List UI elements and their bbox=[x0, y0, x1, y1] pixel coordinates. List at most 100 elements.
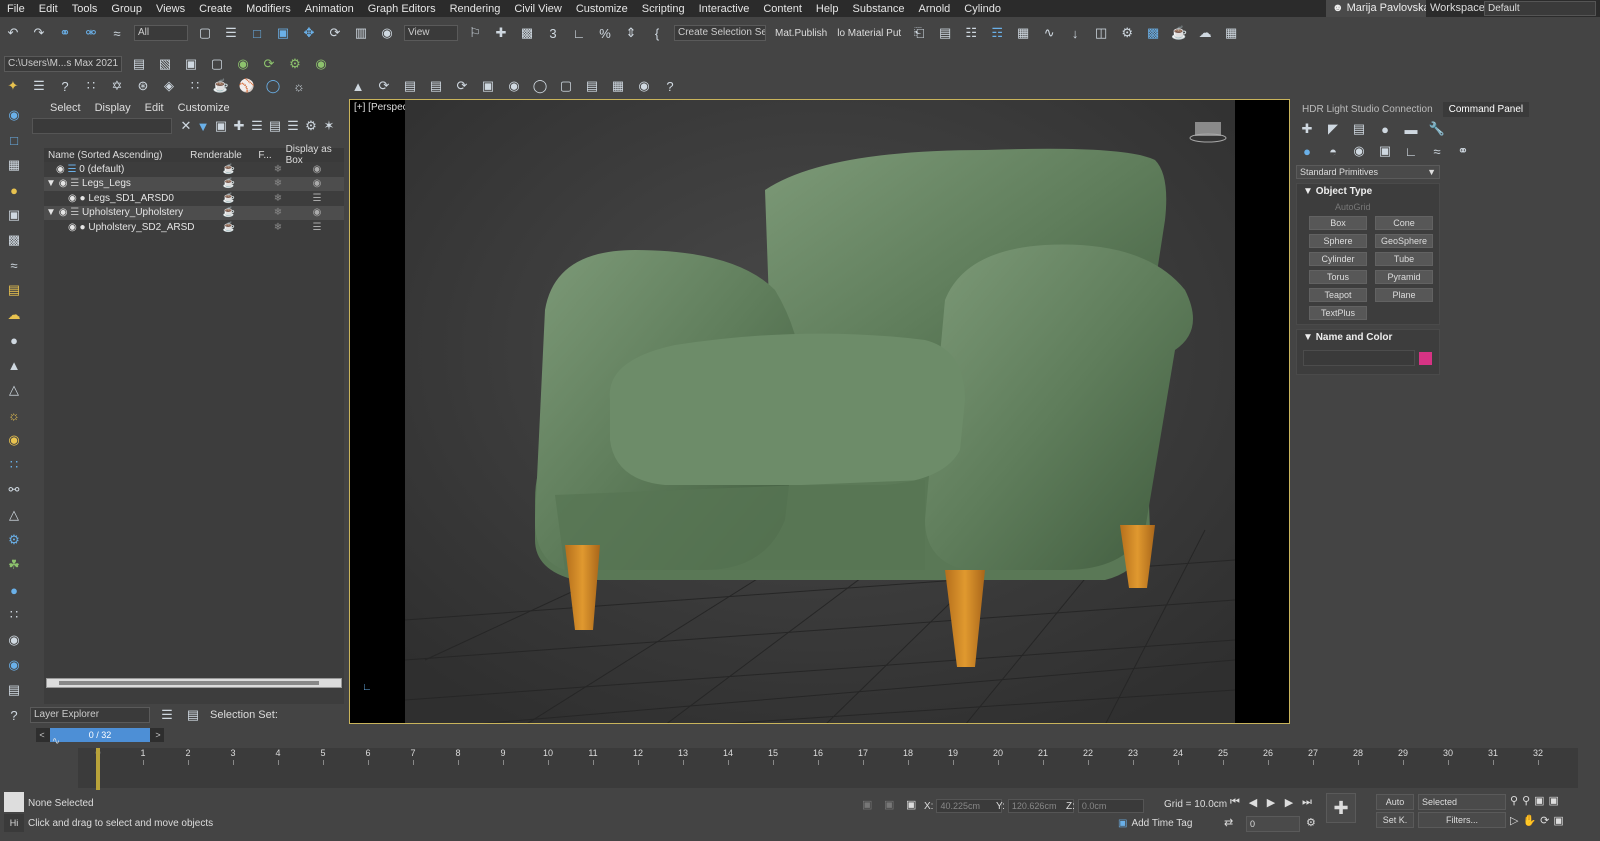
layer-stack-icon[interactable]: ☰ bbox=[157, 705, 177, 725]
freeze-icon[interactable]: ❄ bbox=[264, 178, 292, 189]
orbit-icon[interactable]: ⟳ bbox=[1540, 814, 1549, 827]
node-link-icon[interactable]: ◈ bbox=[159, 76, 179, 96]
reload-icon[interactable]: ⟳ bbox=[452, 76, 472, 96]
zoom-icon[interactable]: ⚲ bbox=[1510, 794, 1518, 807]
cameras-subtab-icon[interactable]: ▣ bbox=[1375, 141, 1395, 161]
go-to-end-icon[interactable]: ⏭ bbox=[1298, 796, 1316, 809]
expand-arrow-icon[interactable]: ▼ bbox=[46, 178, 59, 189]
renderable-teapot-icon[interactable]: ☕ bbox=[194, 193, 264, 204]
document-icon[interactable]: ▤ bbox=[400, 76, 420, 96]
folder-icon[interactable]: ▤ bbox=[4, 280, 24, 300]
menu-rendering[interactable]: Rendering bbox=[443, 3, 508, 15]
absolute-mode-icon[interactable]: ▣ bbox=[906, 798, 916, 811]
sun-icon[interactable]: ☼ bbox=[289, 76, 309, 96]
align-icon[interactable]: ▤ bbox=[935, 23, 955, 43]
angle-snap-icon[interactable]: ∟ bbox=[569, 23, 589, 43]
selection-lock-icon[interactable]: ▣ bbox=[884, 798, 894, 811]
camera-green-icon[interactable]: ◉ bbox=[233, 54, 253, 74]
freeze-icon[interactable]: ❄ bbox=[264, 222, 292, 233]
help-icon[interactable]: ? bbox=[55, 76, 75, 96]
display-box-icon[interactable]: ◉ bbox=[292, 178, 342, 189]
filter-icon[interactable]: ▼ bbox=[196, 116, 210, 136]
percent-snap-icon[interactable]: % bbox=[595, 23, 615, 43]
geosphere-button[interactable]: GeoSphere bbox=[1375, 234, 1433, 248]
select-place-icon[interactable]: ◉ bbox=[377, 23, 397, 43]
edit-named-selection-icon[interactable]: { bbox=[647, 23, 667, 43]
render-production-icon[interactable]: ☕ bbox=[1169, 23, 1189, 43]
user-account-menu[interactable]: ☻ Marija Pavlovska bbox=[1326, 0, 1426, 17]
maxscript-mini-icon[interactable]: Hi bbox=[4, 814, 24, 832]
frame-icon[interactable]: ▢ bbox=[556, 76, 576, 96]
tree-row-legs-object[interactable]: ◉ ● Legs_SD1_ARSD0 ☕ ❄ ☰ bbox=[44, 191, 344, 206]
menu-group[interactable]: Group bbox=[104, 3, 149, 15]
spacewarps-subtab-icon[interactable]: ≈ bbox=[1427, 141, 1447, 161]
auto-key-button[interactable]: Auto bbox=[1376, 794, 1414, 810]
menu-cylindo[interactable]: Cylindo bbox=[957, 3, 1008, 15]
disc-icon[interactable]: ◉ bbox=[4, 430, 24, 450]
grid-points-icon[interactable]: ✡ bbox=[107, 76, 127, 96]
cone-button[interactable]: Cone bbox=[1375, 216, 1433, 230]
time-prev-arrow-icon[interactable]: < bbox=[36, 728, 48, 742]
clear-search-icon[interactable]: ✕ bbox=[180, 116, 192, 136]
se-menu-select[interactable]: Select bbox=[50, 102, 81, 114]
select-object-icon[interactable]: ▢ bbox=[195, 23, 215, 43]
scrollbar-thumb[interactable] bbox=[59, 681, 319, 685]
scene-search-input[interactable] bbox=[32, 118, 172, 134]
renderable-teapot-icon[interactable]: ☕ bbox=[194, 178, 264, 189]
cloud-icon[interactable]: ☁ bbox=[4, 305, 24, 325]
zoom-extents-icon[interactable]: ▣ bbox=[1534, 794, 1544, 807]
menu-arnold[interactable]: Arnold bbox=[911, 3, 957, 15]
menu-create[interactable]: Create bbox=[192, 3, 239, 15]
gear-icon[interactable]: ⚙ bbox=[4, 530, 24, 550]
capture-icon[interactable]: ▣ bbox=[478, 76, 498, 96]
spinner-snap-icon[interactable]: ⇕ bbox=[621, 23, 641, 43]
object-name-input[interactable] bbox=[1303, 350, 1415, 366]
hierarchy-icon[interactable]: ⚾ bbox=[237, 76, 257, 96]
hat-icon[interactable]: ▲ bbox=[4, 355, 24, 375]
workspace-select[interactable]: Default bbox=[1484, 1, 1596, 16]
go-to-start-icon[interactable]: ⏮ bbox=[1226, 796, 1244, 809]
tab-hdr-light-studio[interactable]: HDR Light Studio Connection bbox=[1296, 102, 1439, 117]
menu-customize[interactable]: Customize bbox=[569, 3, 635, 15]
menu-scripting[interactable]: Scripting bbox=[635, 3, 692, 15]
freeze-icon[interactable]: ❄ bbox=[264, 164, 292, 175]
teapot-icon[interactable]: ☕ bbox=[211, 76, 231, 96]
layer-sort-icon[interactable]: ▤ bbox=[183, 705, 203, 725]
display-box-icon[interactable]: ☰ bbox=[292, 193, 342, 204]
display-box-icon[interactable]: ☰ bbox=[292, 222, 342, 233]
particles-icon[interactable]: ∷ bbox=[4, 455, 24, 475]
render-icon[interactable]: ◉ bbox=[4, 655, 24, 675]
crowd-icon[interactable]: △ bbox=[4, 505, 24, 525]
layers-icon[interactable]: ▦ bbox=[4, 155, 24, 175]
substance-icon[interactable]: ◉ bbox=[4, 630, 24, 650]
open-folder-icon[interactable]: ▧ bbox=[155, 54, 175, 74]
torus-button[interactable]: Torus bbox=[1309, 270, 1367, 284]
time-config-icon[interactable]: ⚙ bbox=[1306, 816, 1316, 829]
material-put-button[interactable]: lo Material Put bbox=[837, 28, 901, 39]
refresh-icon[interactable]: ⟳ bbox=[374, 76, 394, 96]
layers-view-icon[interactable]: ☰ bbox=[286, 116, 300, 136]
undo-icon[interactable]: ↶ bbox=[3, 23, 23, 43]
keyboard-shortcut-toggle-icon[interactable]: ▩ bbox=[517, 23, 537, 43]
pan-hand-icon[interactable]: ✋ bbox=[1522, 814, 1536, 827]
named-selection-set-select[interactable]: Create Selection Set bbox=[674, 25, 766, 41]
curve-editor-icon[interactable]: ∿ bbox=[1039, 23, 1059, 43]
add-layer-icon[interactable]: ✚ bbox=[232, 116, 246, 136]
material-library-icon[interactable]: ∷ bbox=[4, 605, 24, 625]
menu-animation[interactable]: Animation bbox=[298, 3, 361, 15]
tree-row-default-layer[interactable]: ◉ ☰ 0 (default) ☕ ❄ ◉ bbox=[44, 162, 344, 177]
field-of-view-icon[interactable]: ▷ bbox=[1510, 814, 1518, 827]
settings-icon[interactable]: ▤ bbox=[4, 680, 24, 700]
display-box-icon[interactable]: ◉ bbox=[292, 164, 342, 175]
add-time-tag-button[interactable]: ▣ Add Time Tag bbox=[1118, 818, 1192, 829]
layer-explorer-toggle-icon[interactable]: ☶ bbox=[987, 23, 1007, 43]
list-icon[interactable]: ☰ bbox=[29, 76, 49, 96]
tree-row-legs-layer[interactable]: ▼ ◉ ☰ Legs_Legs ☕ ❄ ◉ bbox=[44, 176, 344, 191]
menu-modifiers[interactable]: Modifiers bbox=[239, 3, 298, 15]
toggle-ribbon-icon[interactable]: ▦ bbox=[1013, 23, 1033, 43]
perspective-viewport[interactable]: [+] [Perspective ] [Standard ] [Default … bbox=[349, 99, 1290, 724]
tab-command-panel[interactable]: Command Panel bbox=[1442, 102, 1530, 117]
select-move-icon[interactable]: ✥ bbox=[299, 23, 319, 43]
eye-icon[interactable]: ◉ bbox=[56, 164, 68, 175]
light-bulb-icon[interactable]: ◯ bbox=[263, 76, 283, 96]
